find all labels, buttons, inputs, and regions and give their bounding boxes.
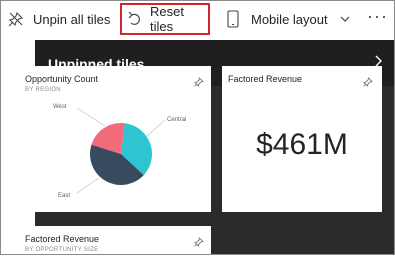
leader-line xyxy=(146,119,166,137)
pin-icon[interactable] xyxy=(194,234,204,252)
reset-tiles-label: Reset tiles xyxy=(150,4,184,34)
mobile-layout-label: Mobile layout xyxy=(251,11,328,27)
more-options-button[interactable]: ··· xyxy=(367,0,388,35)
tile-factored-revenue-by-size[interactable]: Factored Revenue BY OPPORTUNITY SIZE xyxy=(19,226,211,266)
tile-factored-revenue[interactable]: Factored Revenue $461M xyxy=(222,66,382,212)
tile-title: Factored Revenue xyxy=(25,234,100,244)
unpin-icon xyxy=(8,11,24,27)
undo-icon xyxy=(128,11,142,27)
pie-label-west: West xyxy=(53,104,67,110)
reset-tiles-button[interactable]: Reset tiles xyxy=(120,3,210,35)
leader-line xyxy=(76,107,106,127)
more-icon: ··· xyxy=(367,5,388,26)
phone-icon xyxy=(227,10,239,28)
unpin-all-tiles-label: Unpin all tiles xyxy=(33,11,111,27)
pin-icon[interactable] xyxy=(363,74,373,92)
pie-label-central: Central xyxy=(167,117,187,123)
toolbar: Unpin all tiles Reset tiles Mobile layou… xyxy=(0,0,395,38)
pie-label-east: East xyxy=(58,193,71,199)
tile-subtitle: BY OPPORTUNITY SIZE xyxy=(25,247,99,253)
unpin-all-tiles-button[interactable]: Unpin all tiles xyxy=(8,0,110,38)
tile-title: Factored Revenue xyxy=(228,74,303,84)
mobile-layout-dropdown[interactable]: Mobile layout xyxy=(227,0,350,38)
leader-line xyxy=(76,177,100,194)
chevron-down-icon xyxy=(340,16,350,22)
tile-opportunity-count[interactable]: Opportunity Count BY REGION West Central… xyxy=(19,66,211,212)
kpi-value: $461M xyxy=(256,128,348,161)
pie-chart xyxy=(19,66,211,217)
